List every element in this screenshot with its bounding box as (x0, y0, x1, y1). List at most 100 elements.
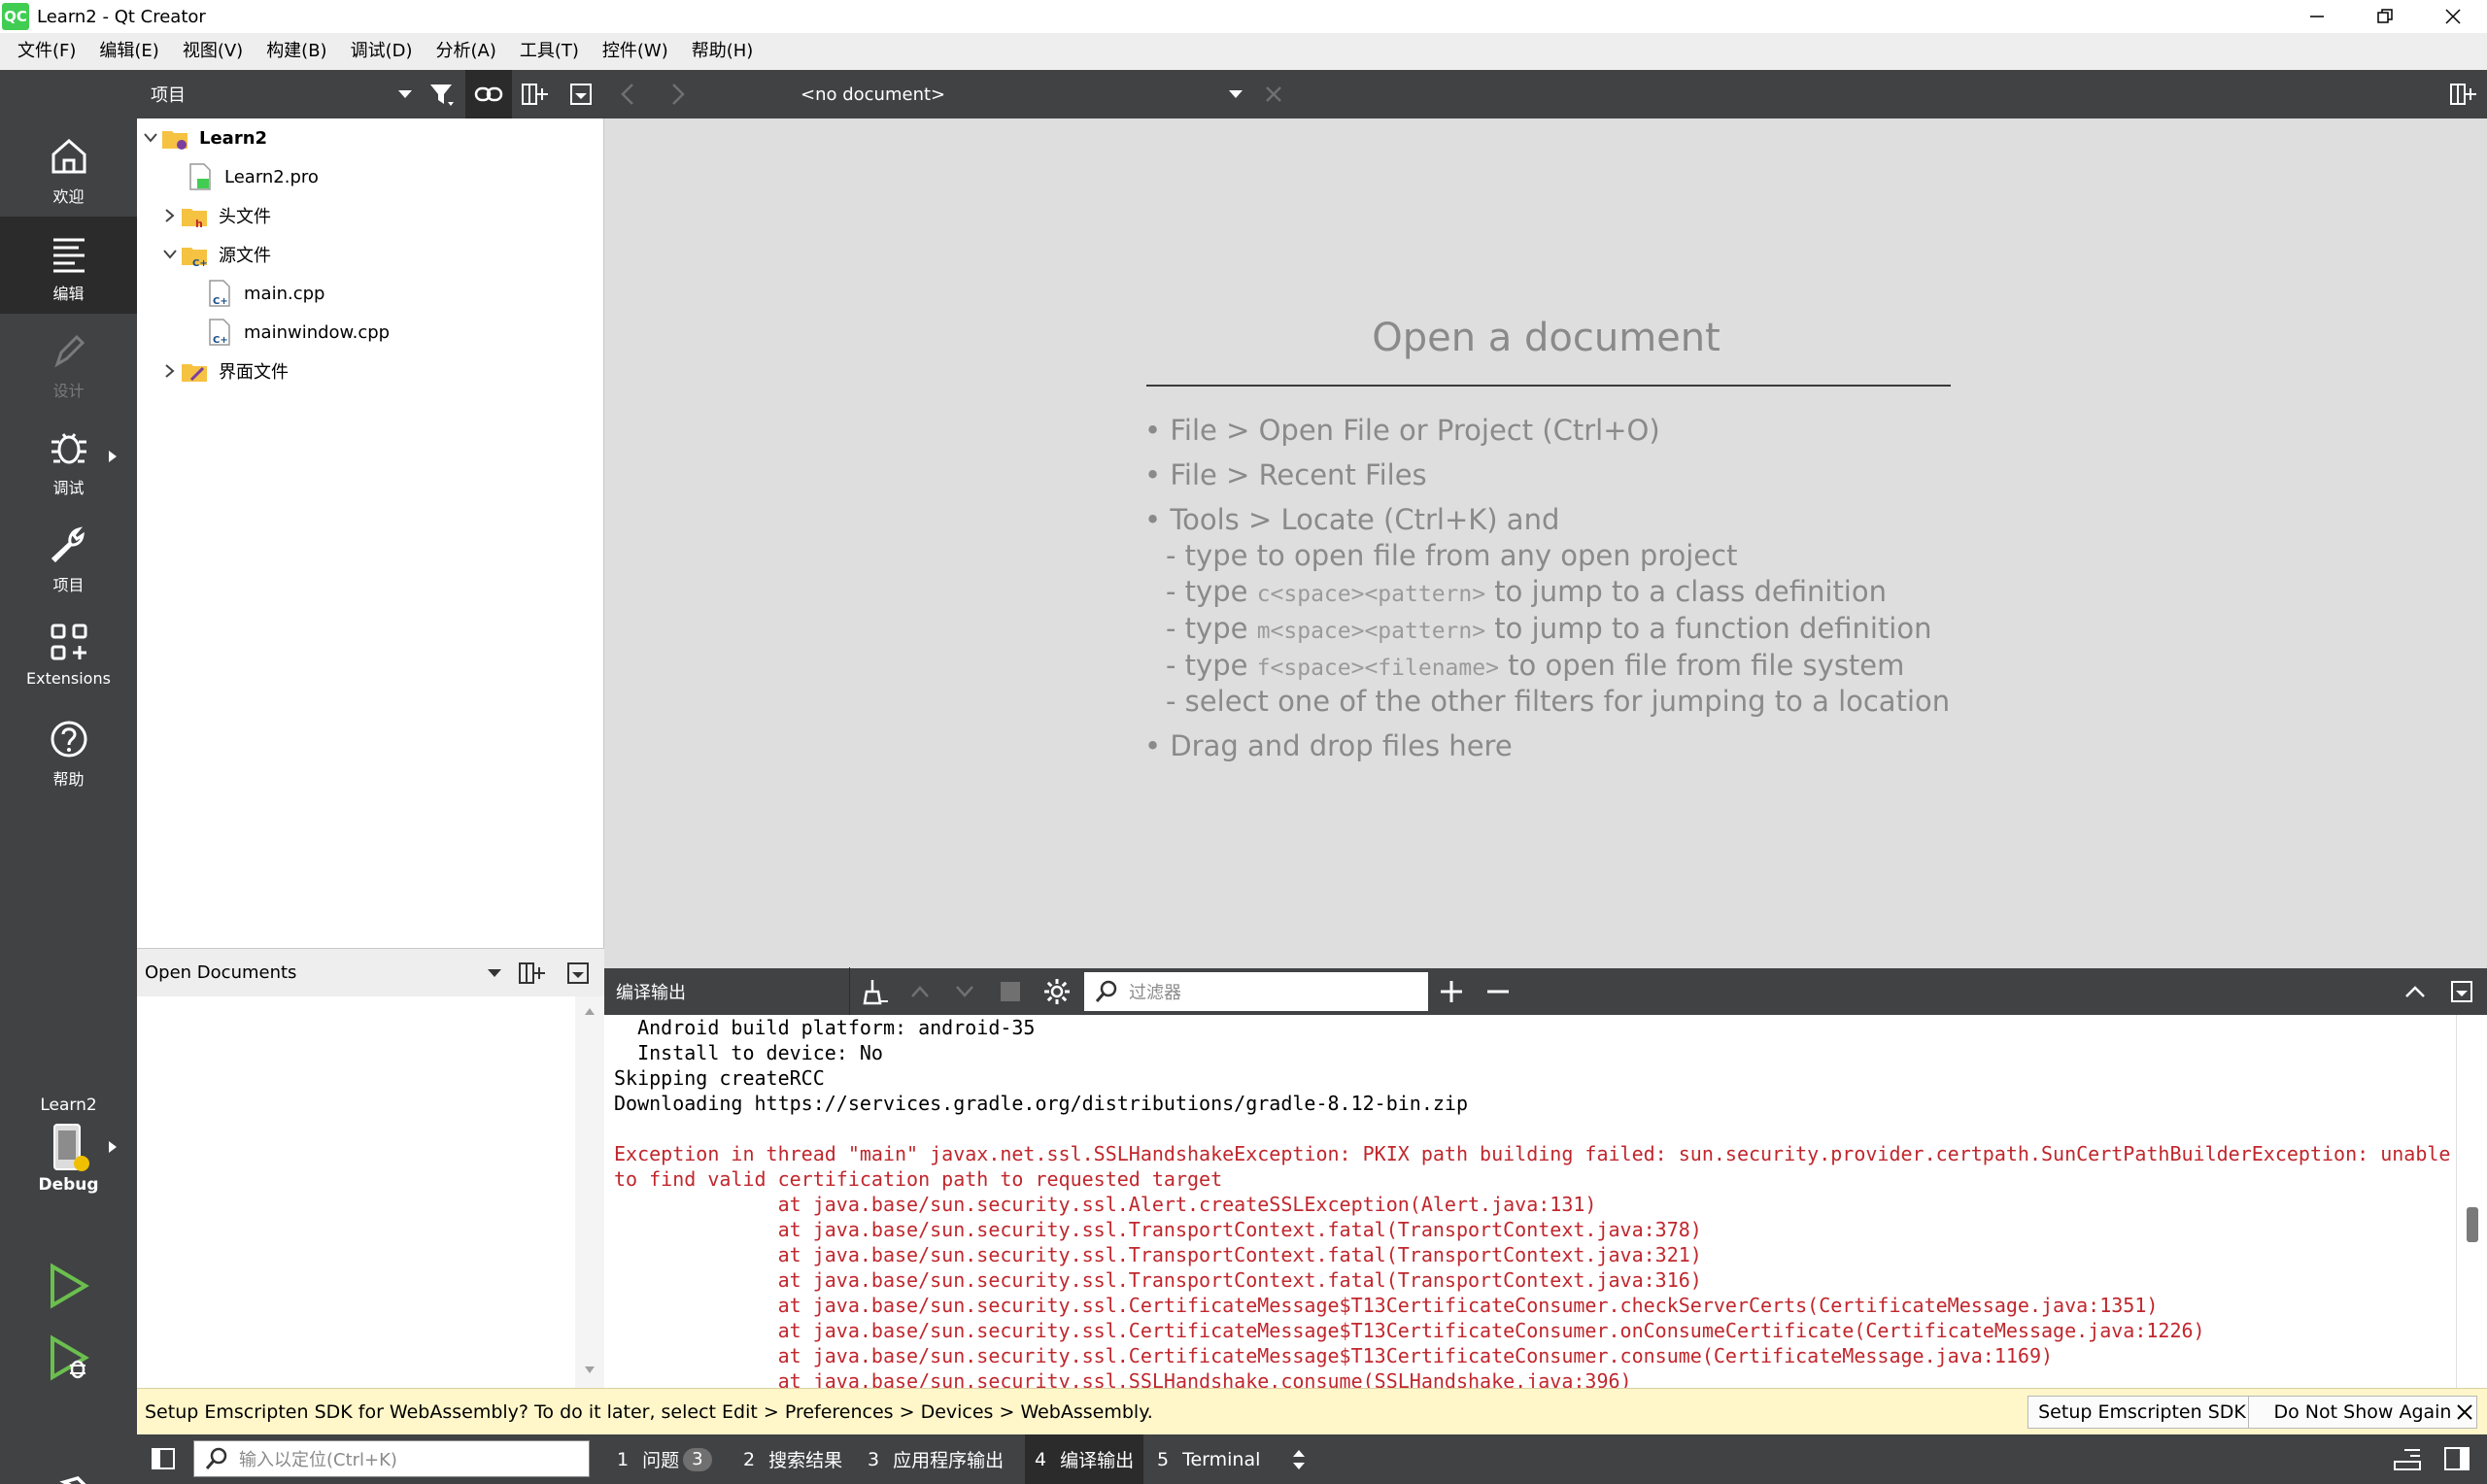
output-scroll-thumb[interactable] (2467, 1207, 2478, 1242)
output-error-line: at java.base/sun.security.ssl.TransportC… (614, 1268, 1702, 1292)
close-info-bar-button[interactable] (2447, 1396, 2482, 1429)
navigate-back-button[interactable] (604, 70, 653, 118)
restore-button[interactable] (2351, 0, 2419, 33)
tree-item-main-cpp[interactable]: C+ main.cpp (205, 274, 324, 313)
tree-item-forms[interactable]: 界面文件 (160, 352, 289, 390)
close-icon (2445, 9, 2461, 24)
open-docs-scrollbar[interactable] (575, 996, 604, 1388)
do-not-show-again-button[interactable]: Do Not Show Again (2248, 1396, 2477, 1429)
menu-controls[interactable]: 控件(W) (591, 33, 680, 70)
menu-file[interactable]: 文件(F) (6, 33, 87, 70)
filter-tree-button[interactable] (419, 70, 465, 118)
split-pane-button[interactable] (512, 70, 559, 118)
close-window-button[interactable] (2419, 0, 2487, 33)
output-filter-input[interactable]: 过滤器 (1084, 972, 1428, 1011)
editor-toolbar: <no document> (604, 70, 2487, 118)
kit-selector[interactable]: Learn2 Debug (0, 1088, 137, 1195)
debug-run-button[interactable] (39, 1329, 97, 1387)
tab-terminal[interactable]: 5 Terminal (1157, 1434, 1260, 1484)
close-pane-button[interactable] (558, 70, 604, 118)
chevron-down-icon (144, 133, 157, 143)
open-documents-list[interactable] (137, 996, 604, 1388)
setup-emscripten-button[interactable]: Setup Emscripten SDK (2027, 1396, 2257, 1429)
zoom-in-button[interactable] (1428, 967, 1475, 1016)
next-item-button[interactable] (942, 967, 987, 1016)
mode-design[interactable]: 设计 (0, 314, 137, 411)
clear-output-button[interactable] (849, 967, 898, 1016)
project-pane-toolbar: 项目 (137, 70, 604, 118)
close-icon (2457, 1404, 2472, 1420)
kit-config-name: Debug (38, 1175, 99, 1195)
menu-help[interactable]: 帮助(H) (680, 33, 766, 70)
output-error-line: at java.base/sun.security.ssl.Alert.crea… (614, 1193, 1597, 1216)
svg-text:h: h (195, 218, 203, 230)
tree-label: main.cpp (244, 283, 325, 304)
tab-issues[interactable]: 1 问题 3 (617, 1434, 712, 1484)
open-documents-toolbar: Open Documents (137, 948, 604, 996)
headers-folder-icon: h (182, 209, 207, 230)
mode-design-label: 设计 (52, 382, 85, 400)
emscripten-info-bar: Setup Emscripten SDK for WebAssembly? To… (137, 1388, 2487, 1434)
minimize-button[interactable] (2283, 0, 2351, 33)
project-view-selector[interactable]: 项目 (145, 77, 419, 112)
split-add-icon (522, 84, 549, 105)
tree-item-sources[interactable]: C+ 源文件 (160, 235, 271, 274)
open-documents-selector[interactable]: Open Documents (145, 956, 508, 991)
mode-edit[interactable]: 编辑 (0, 217, 137, 314)
pane-close-icon (567, 961, 589, 984)
filter-icon (430, 84, 455, 106)
toggle-right-sidebar-button[interactable] (2441, 1443, 2474, 1476)
tree-item-pro-file[interactable]: Learn2.pro (186, 157, 319, 196)
toggle-sidebar-button[interactable] (147, 1442, 180, 1475)
tree-item-project-root[interactable]: Learn2 (141, 118, 267, 157)
stop-button[interactable] (987, 967, 1034, 1016)
sync-with-editor-button[interactable] (464, 70, 512, 118)
hide-output-button[interactable] (2438, 967, 2485, 1016)
tab-application-output[interactable]: 3 应用程序输出 (868, 1434, 1004, 1484)
output-line: Skipping createRCC (614, 1066, 825, 1090)
maximize-output-button[interactable] (2392, 967, 2438, 1016)
forward-arrow-icon (672, 84, 685, 105)
compile-output-text[interactable]: Android build platform: android-35 Insta… (604, 1015, 2456, 1388)
menu-view[interactable]: 视图(V) (171, 33, 255, 70)
output-error-line: at java.base/sun.security.ssl.Certificat… (614, 1344, 2054, 1367)
close-document-button[interactable] (1249, 70, 1298, 118)
output-error-line: at java.base/sun.security.ssl.SSLHandsha… (614, 1369, 1632, 1388)
run-button[interactable] (39, 1257, 97, 1315)
menu-tools[interactable]: 工具(T) (508, 33, 591, 70)
menu-analyze[interactable]: 分析(A) (425, 33, 508, 70)
menu-build[interactable]: 构建(B) (255, 33, 338, 70)
gear-icon (1044, 979, 1070, 1004)
tab-compile-output[interactable]: 4 编译输出 (1025, 1434, 1144, 1484)
open-docs-split-button[interactable] (508, 949, 555, 997)
previous-item-button[interactable] (898, 967, 942, 1016)
open-docs-close-button[interactable] (555, 949, 601, 997)
build-button[interactable] (39, 1472, 97, 1484)
output-scrollbar[interactable] (2456, 1015, 2487, 1388)
mode-help[interactable]: 帮助 (0, 702, 137, 799)
menu-edit[interactable]: 编辑(E) (87, 33, 170, 70)
output-settings-button[interactable] (1034, 967, 1080, 1016)
close-icon (1266, 86, 1281, 102)
mode-debug[interactable]: 调试 (0, 411, 137, 508)
menu-debug[interactable]: 调试(D) (339, 33, 425, 70)
locator-input[interactable]: 输入以定位(Ctrl+K) (193, 1440, 590, 1477)
split-add-icon (2450, 84, 2476, 105)
svg-text:C+: C+ (192, 258, 208, 269)
tab-search-results[interactable]: 2 搜索结果 (743, 1434, 842, 1484)
mode-projects[interactable]: 项目 (0, 508, 137, 605)
progress-details-button[interactable] (2391, 1444, 2424, 1475)
tree-item-headers[interactable]: h 头文件 (160, 196, 271, 235)
editor-split-button[interactable] (2438, 70, 2487, 118)
link-icon (474, 86, 503, 102)
zoom-out-button[interactable] (1475, 967, 1521, 1016)
kit-expand-arrow-icon (109, 1141, 117, 1153)
more-tabs-button[interactable] (1287, 1446, 1311, 1473)
mode-welcome[interactable]: 欢迎 (0, 119, 137, 217)
navigate-forward-button[interactable] (653, 70, 701, 118)
mode-extensions[interactable]: Extensions (0, 605, 137, 702)
document-selector[interactable]: <no document> (713, 75, 1249, 114)
forms-folder-icon (182, 364, 207, 382)
extensions-grid-icon (51, 624, 86, 660)
tree-item-mainwindow-cpp[interactable]: C+ mainwindow.cpp (205, 313, 390, 352)
